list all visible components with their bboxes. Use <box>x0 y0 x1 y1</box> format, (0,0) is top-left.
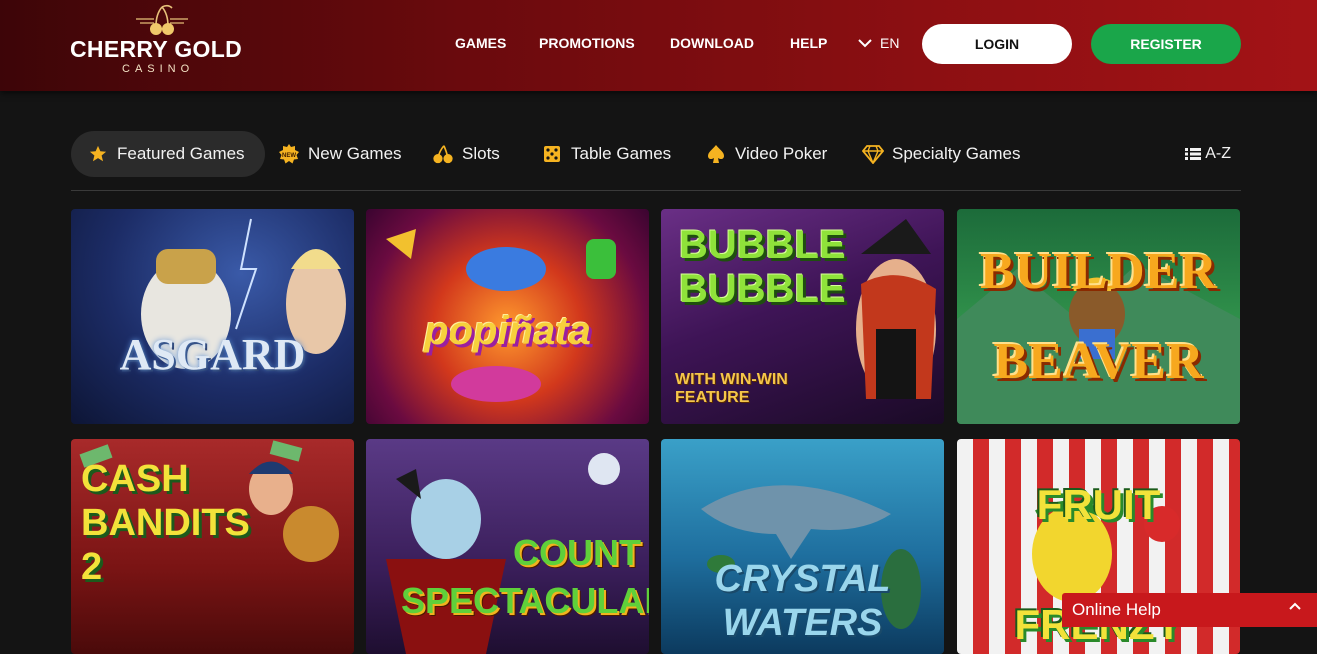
tab-table-games[interactable]: Table Games <box>541 131 671 177</box>
tab-label: Slots <box>462 144 500 163</box>
az-sort-button[interactable]: A-Z <box>1185 131 1231 177</box>
spade-icon <box>705 143 727 165</box>
login-button[interactable]: LOGIN <box>922 24 1072 64</box>
asgard-art <box>141 218 346 369</box>
game-tile-bubble-bubble[interactable]: BUBBLE BUBBLE WITH WIN-WIN FEATURE <box>661 209 944 424</box>
game-title: COUNT SPECTACULAR <box>401 532 649 621</box>
logo-sub-text: CASINO <box>122 63 195 75</box>
tab-label: Specialty Games <box>892 144 1021 163</box>
online-help-button[interactable]: Online Help <box>1062 593 1317 627</box>
game-tile-count-spectacular[interactable]: COUNT SPECTACULAR <box>366 439 649 654</box>
az-label: A-Z <box>1205 145 1231 162</box>
game-tile-crystal-waters[interactable]: CRYSTAL WATERS <box>661 439 944 654</box>
cherry-logo-icon <box>136 4 188 35</box>
game-title: CRYSTAL WATERS <box>714 558 891 644</box>
game-title: ASGARD <box>119 330 306 379</box>
chevron-up-icon <box>1289 602 1301 610</box>
register-button[interactable]: REGISTER <box>1091 24 1241 64</box>
game-subtitle: WITH WIN-WIN FEATURE <box>675 371 788 406</box>
game-tile-popinata[interactable]: popiñata <box>366 209 649 424</box>
tab-label: New Games <box>308 144 402 163</box>
game-tile-asgard[interactable]: ASGARD <box>71 209 354 424</box>
svg-text:NEW: NEW <box>282 153 296 159</box>
game-title: popiñata <box>424 309 591 353</box>
language-label: EN <box>880 35 900 51</box>
language-selector[interactable]: EN <box>858 35 899 51</box>
cherries-icon <box>432 143 454 165</box>
new-badge-icon: NEW <box>278 143 300 165</box>
tab-slots[interactable]: Slots <box>432 131 500 177</box>
tab-new-games[interactable]: NEW New Games <box>278 131 402 177</box>
diamond-icon <box>862 143 884 165</box>
game-tile-builder-beaver[interactable]: BUILDER BEAVER <box>957 209 1240 424</box>
star-icon <box>87 143 109 165</box>
game-tile-cash-bandits-2[interactable]: CASH BANDITS 2 <box>71 439 354 654</box>
list-icon <box>1185 148 1202 160</box>
tab-label: Featured Games <box>117 144 245 163</box>
nav-promotions[interactable]: PROMOTIONS <box>539 35 635 51</box>
game-category-tabs: Featured Games NEW New Games Slots Table… <box>71 131 1241 191</box>
tab-featured-games[interactable]: Featured Games <box>71 131 265 177</box>
tab-label: Table Games <box>571 144 672 163</box>
chevron-down-icon <box>858 38 872 47</box>
dice-icon <box>541 143 563 165</box>
logo-brand-text: CHERRY GOLD <box>70 36 242 62</box>
nav-download[interactable]: DOWNLOAD <box>670 35 754 51</box>
nav-games[interactable]: GAMES <box>455 35 506 51</box>
tab-label: Video Poker <box>735 144 828 163</box>
site-header: CHERRY GOLD CASINO GAMES PROMOTIONS DOWN… <box>0 0 1317 91</box>
cherry-gold-logo[interactable]: CHERRY GOLD CASINO <box>70 2 260 80</box>
game-title: BUILDER BEAVER <box>980 243 1217 390</box>
tab-video-poker[interactable]: Video Poker <box>705 131 827 177</box>
nav-help[interactable]: HELP <box>790 35 827 51</box>
game-title: CASH BANDITS 2 <box>81 458 250 588</box>
tab-specialty-games[interactable]: Specialty Games <box>862 131 1021 177</box>
online-help-label: Online Help <box>1072 600 1161 619</box>
game-title: BUBBLE BUBBLE <box>679 223 846 311</box>
